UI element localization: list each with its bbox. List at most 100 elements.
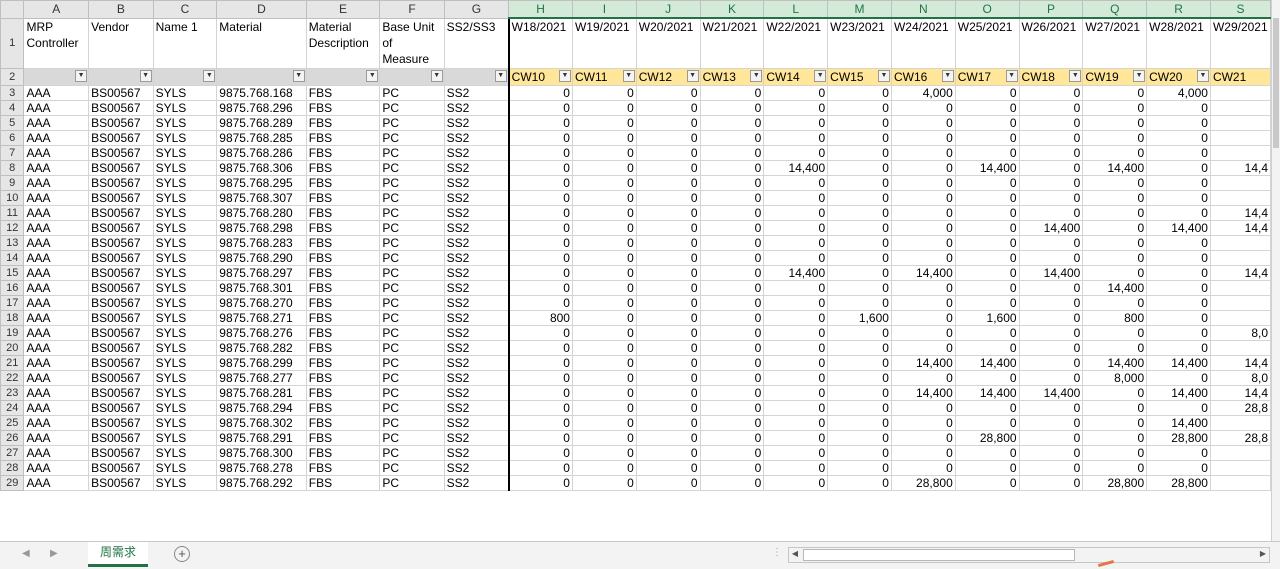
ss-cell[interactable]: SS2 bbox=[443, 430, 510, 446]
filter-dropdown-icon[interactable]: ▼ bbox=[558, 70, 571, 82]
vendor-cell[interactable]: BS00567 bbox=[88, 370, 154, 386]
row-number[interactable]: 6 bbox=[0, 130, 25, 146]
name1-cell[interactable]: SYLS bbox=[152, 355, 218, 371]
week-quantity-cell[interactable]: 0 bbox=[1146, 460, 1211, 476]
row-number[interactable]: 26 bbox=[0, 430, 25, 446]
ss-cell[interactable]: SS2 bbox=[443, 355, 510, 371]
mrp-controller-cell[interactable]: AAA bbox=[23, 325, 90, 341]
week-quantity-cell[interactable] bbox=[1209, 340, 1271, 356]
mrp-controller-cell[interactable]: AAA bbox=[23, 205, 90, 221]
week-quantity-cell[interactable]: 0 bbox=[635, 100, 701, 116]
mrp-controller-cell[interactable]: AAA bbox=[23, 190, 90, 206]
filter-dropdown-icon[interactable]: ▼ bbox=[494, 70, 507, 82]
base-unit-cell[interactable]: PC bbox=[379, 205, 445, 221]
week-quantity-cell[interactable]: 0 bbox=[1146, 175, 1211, 191]
week-quantity-cell[interactable]: 0 bbox=[1146, 205, 1211, 221]
week-quantity-cell[interactable]: 0 bbox=[507, 205, 573, 221]
header-cell[interactable]: SS2/SS3 bbox=[443, 17, 510, 69]
week-quantity-cell[interactable]: 0 bbox=[1082, 85, 1148, 101]
prev-sheet-icon[interactable]: ◀ bbox=[22, 548, 30, 559]
week-quantity-cell[interactable]: 0 bbox=[1146, 295, 1211, 311]
week-quantity-cell[interactable]: 0 bbox=[1018, 205, 1084, 221]
vendor-cell[interactable]: BS00567 bbox=[88, 340, 154, 356]
ss-cell[interactable]: SS2 bbox=[443, 400, 510, 416]
week-quantity-cell[interactable]: 0 bbox=[507, 370, 573, 386]
week-quantity-cell[interactable]: 0 bbox=[507, 280, 573, 296]
week-quantity-cell[interactable]: 14,400 bbox=[954, 355, 1020, 371]
week-quantity-cell[interactable]: 0 bbox=[1146, 445, 1211, 461]
column-header-O[interactable]: O bbox=[954, 0, 1020, 19]
calendar-week-filter-cell[interactable]: CW21 bbox=[1209, 68, 1271, 86]
base-unit-cell[interactable]: PC bbox=[379, 310, 445, 326]
filter-dropdown-icon[interactable]: ▼ bbox=[203, 70, 216, 82]
row-number[interactable]: 5 bbox=[0, 115, 25, 131]
week-quantity-cell[interactable]: 0 bbox=[635, 235, 701, 251]
week-quantity-cell[interactable]: 0 bbox=[763, 205, 829, 221]
week-quantity-cell[interactable]: 0 bbox=[507, 325, 573, 341]
filter-dropdown-icon[interactable]: ▼ bbox=[622, 70, 635, 82]
ss-cell[interactable]: SS2 bbox=[443, 85, 510, 101]
week-quantity-cell[interactable] bbox=[1209, 85, 1271, 101]
material-cell[interactable]: 9875.768.280 bbox=[216, 205, 307, 221]
calendar-week-filter-cell[interactable]: CW10 ▼ bbox=[507, 68, 573, 86]
column-header-H[interactable]: H bbox=[508, 0, 573, 19]
week-header-cell[interactable]: W28/2021 bbox=[1146, 17, 1211, 69]
week-quantity-cell[interactable]: 0 bbox=[1018, 190, 1084, 206]
week-quantity-cell[interactable]: 0 bbox=[763, 460, 829, 476]
material-cell[interactable]: 9875.768.301 bbox=[216, 280, 307, 296]
scroll-right-icon[interactable]: ▶ bbox=[1257, 548, 1269, 560]
week-quantity-cell[interactable]: 0 bbox=[571, 415, 637, 431]
week-quantity-cell[interactable]: 0 bbox=[827, 370, 892, 386]
material-description-cell[interactable]: FBS bbox=[305, 460, 381, 476]
header-cell[interactable]: Material bbox=[216, 17, 307, 69]
week-quantity-cell[interactable]: 0 bbox=[699, 265, 765, 281]
week-quantity-cell[interactable]: 0 bbox=[699, 430, 765, 446]
mrp-controller-cell[interactable]: AAA bbox=[23, 340, 90, 356]
week-quantity-cell[interactable]: 0 bbox=[890, 190, 956, 206]
week-quantity-cell[interactable]: 0 bbox=[1146, 115, 1211, 131]
next-sheet-icon[interactable]: ▶ bbox=[50, 548, 58, 559]
calendar-week-filter-cell[interactable]: CW20 ▼ bbox=[1146, 68, 1211, 86]
week-quantity-cell[interactable]: 0 bbox=[571, 445, 637, 461]
week-quantity-cell[interactable]: 0 bbox=[571, 190, 637, 206]
column-header-R[interactable]: R bbox=[1146, 0, 1211, 19]
week-quantity-cell[interactable]: 800 bbox=[1082, 310, 1148, 326]
material-description-cell[interactable]: FBS bbox=[305, 250, 381, 266]
week-quantity-cell[interactable]: 0 bbox=[571, 85, 637, 101]
week-quantity-cell[interactable]: 0 bbox=[1082, 100, 1148, 116]
week-quantity-cell[interactable]: 14,4 bbox=[1209, 385, 1271, 401]
row-number[interactable]: 27 bbox=[0, 445, 25, 461]
week-quantity-cell[interactable]: 0 bbox=[827, 460, 892, 476]
week-quantity-cell[interactable]: 0 bbox=[635, 355, 701, 371]
week-quantity-cell[interactable]: 0 bbox=[1146, 280, 1211, 296]
week-quantity-cell[interactable]: 0 bbox=[763, 250, 829, 266]
week-quantity-cell[interactable]: 0 bbox=[1082, 415, 1148, 431]
week-quantity-cell[interactable]: 0 bbox=[699, 355, 765, 371]
week-header-cell[interactable]: W25/2021 bbox=[954, 17, 1020, 69]
week-quantity-cell[interactable]: 0 bbox=[827, 160, 892, 176]
material-description-cell[interactable]: FBS bbox=[305, 85, 381, 101]
tab-split-handle-icon[interactable]: ⋮ bbox=[772, 547, 782, 558]
week-quantity-cell[interactable]: 0 bbox=[507, 175, 573, 191]
week-quantity-cell[interactable]: 14,400 bbox=[890, 385, 956, 401]
base-unit-cell[interactable]: PC bbox=[379, 430, 445, 446]
spreadsheet-grid[interactable]: A B C D E F G H I J K L M N O P Q R S 1 MRP Controller Vendor… bbox=[0, 0, 1271, 541]
week-quantity-cell[interactable]: 0 bbox=[1018, 295, 1084, 311]
material-description-cell[interactable]: FBS bbox=[305, 235, 381, 251]
week-quantity-cell[interactable]: 0 bbox=[954, 130, 1020, 146]
week-quantity-cell[interactable]: 0 bbox=[1082, 385, 1148, 401]
week-quantity-cell[interactable]: 0 bbox=[1082, 325, 1148, 341]
week-quantity-cell[interactable]: 0 bbox=[763, 475, 829, 491]
week-quantity-cell[interactable]: 0 bbox=[571, 400, 637, 416]
material-description-cell[interactable]: FBS bbox=[305, 310, 381, 326]
week-quantity-cell[interactable]: 0 bbox=[699, 445, 765, 461]
week-quantity-cell[interactable]: 0 bbox=[635, 400, 701, 416]
week-quantity-cell[interactable]: 0 bbox=[1018, 85, 1084, 101]
calendar-week-filter-cell[interactable]: CW12 ▼ bbox=[635, 68, 701, 86]
week-header-cell[interactable]: W20/2021 bbox=[635, 17, 701, 69]
week-quantity-cell[interactable]: 0 bbox=[699, 415, 765, 431]
week-quantity-cell[interactable]: 0 bbox=[827, 205, 892, 221]
ss-cell[interactable]: SS2 bbox=[443, 325, 510, 341]
week-quantity-cell[interactable]: 0 bbox=[1018, 160, 1084, 176]
week-quantity-cell[interactable]: 0 bbox=[954, 145, 1020, 161]
